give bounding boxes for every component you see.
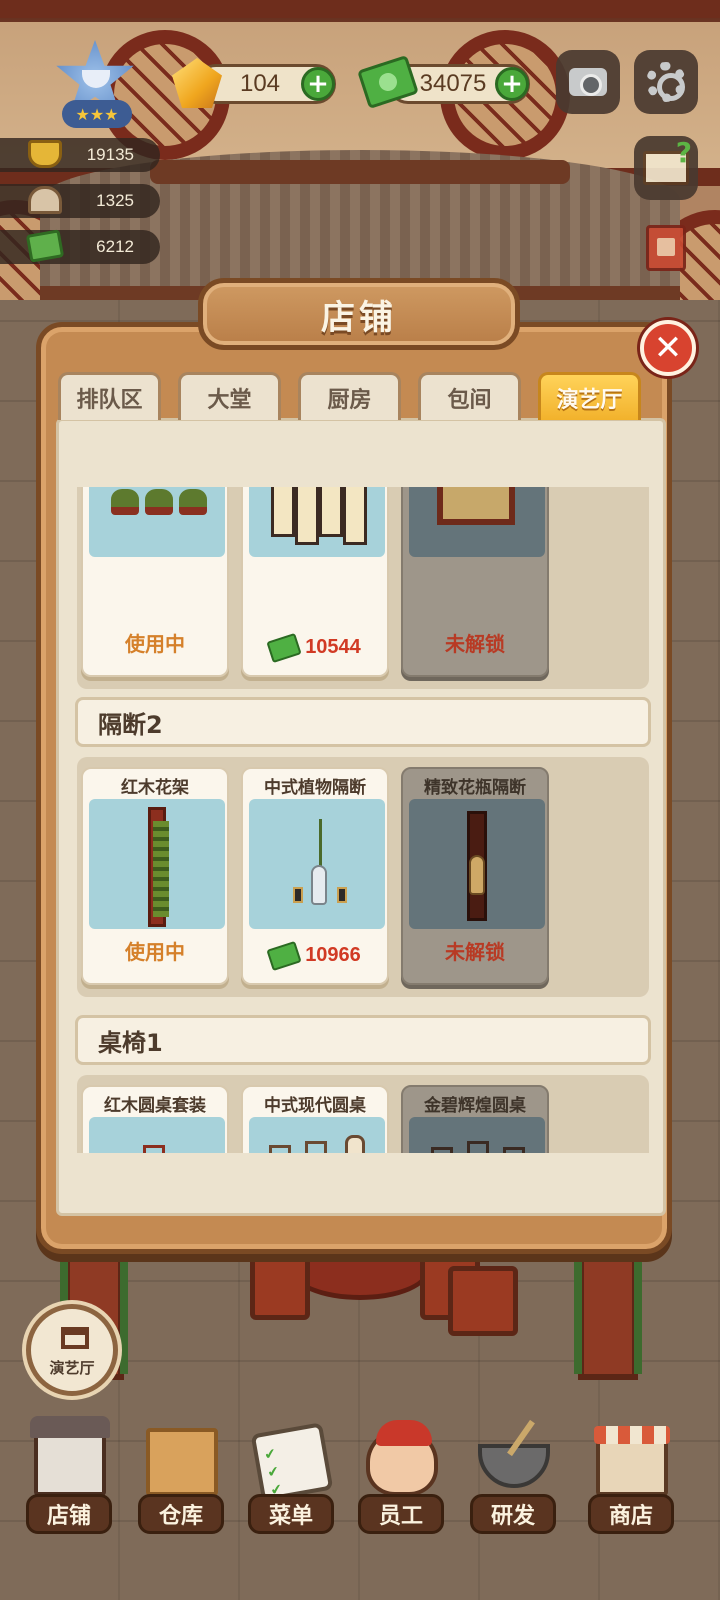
roof-ridge (150, 160, 570, 184)
nav-label: 菜单 (248, 1494, 334, 1534)
nav-label: 商店 (588, 1494, 674, 1534)
boxes-icon (146, 1428, 218, 1496)
category-tabs: 排队区 大堂 厨房 包间 演艺厅 (58, 372, 658, 420)
item-status-locked: 未解锁 (445, 632, 505, 656)
item-row: 使用中 10544 未解锁 (77, 487, 649, 689)
current-location-button[interactable]: 演艺厅 (26, 1304, 118, 1396)
settings-button[interactable] (634, 50, 698, 114)
nav-staff[interactable]: 员工 (352, 1420, 452, 1550)
help-book-icon (643, 136, 692, 185)
stat-value: 1325 (96, 191, 134, 210)
storefront-icon (30, 1416, 110, 1496)
item-list[interactable]: 使用中 10544 未解锁 隔断2 红木花架 使用中 中式植物隔断 10966 … (73, 487, 655, 1153)
nav-label: 员工 (358, 1494, 444, 1534)
tab-queue-area[interactable]: 排队区 (58, 372, 161, 420)
item-card[interactable]: 使用中 (81, 487, 229, 677)
tab-private-room[interactable]: 包间 (418, 372, 521, 420)
camera-icon (569, 68, 607, 96)
shop-content: 使用中 10544 未解锁 隔断2 红木花架 使用中 中式植物隔断 10966 … (56, 418, 666, 1216)
item-status-in-use: 使用中 (125, 632, 185, 656)
nav-label: 仓库 (138, 1494, 224, 1534)
item-card-locked[interactable]: 精致花瓶隔断 未解锁 (401, 767, 549, 985)
nav-label: 店铺 (26, 1494, 112, 1534)
section-header: 隔断2 (75, 697, 651, 747)
item-name: 金碧辉煌圆桌 (424, 1096, 526, 1116)
close-button[interactable]: ✕ (640, 320, 696, 376)
shop-icon (594, 1426, 670, 1496)
camera-button[interactable] (556, 50, 620, 114)
item-name: 红木圆桌套装 (104, 1096, 206, 1116)
item-image (409, 1117, 545, 1153)
staff-icon (366, 1420, 438, 1496)
panel-title: 店铺 (198, 278, 520, 350)
item-status-in-use: 使用中 (125, 940, 185, 964)
item-card-locked[interactable]: 未解锁 (401, 487, 549, 677)
pavilion-icon (61, 1327, 89, 1349)
gear-icon (646, 62, 686, 102)
wok-icon (478, 1444, 550, 1488)
cabinet-decor (448, 1266, 518, 1336)
item-card[interactable]: 红木圆桌套装 (81, 1085, 229, 1153)
item-card[interactable]: 中式植物隔断 10966 (241, 767, 389, 985)
help-guide-button[interactable] (634, 136, 698, 200)
item-image (89, 487, 225, 557)
item-image (249, 1117, 385, 1153)
bottom-nav: 店铺 仓库 菜单 员工 研发 商店 (0, 1416, 720, 1570)
recipe-book-icon (646, 225, 686, 271)
item-image (249, 799, 385, 929)
item-name: 精致花瓶隔断 (424, 778, 526, 798)
nav-store[interactable]: 店铺 (20, 1416, 120, 1550)
price-value: 10966 (305, 944, 361, 966)
nav-menu[interactable]: 菜单 (242, 1420, 342, 1550)
item-row: 红木圆桌套装 中式现代圆桌 金碧辉煌圆桌 (77, 1075, 649, 1153)
add-cash-button[interactable]: + (495, 67, 529, 101)
item-name: 红木花架 (121, 778, 189, 798)
item-price[interactable]: 10966 (243, 940, 387, 971)
gem-count: 104 (239, 70, 281, 97)
tab-lobby[interactable]: 大堂 (178, 372, 281, 420)
item-name: 中式植物隔断 (264, 778, 366, 798)
cash-icon (266, 632, 302, 663)
price-value: 10544 (305, 636, 361, 658)
nav-shop[interactable]: 商店 (582, 1420, 682, 1550)
item-status-locked: 未解锁 (445, 940, 505, 964)
nav-label: 研发 (470, 1494, 556, 1534)
item-card[interactable]: 10544 (241, 487, 389, 677)
item-name: 中式现代圆桌 (264, 1096, 366, 1116)
cash-count: 34075 (419, 70, 487, 97)
stat-value: 6212 (96, 237, 134, 256)
clipboard-icon (250, 1422, 334, 1502)
gold-pot-icon (28, 140, 62, 168)
section-header: 桌椅1 (75, 1015, 651, 1065)
dish-cloche-icon (28, 186, 62, 214)
cash-icon (266, 940, 302, 971)
stat-menu: 6212 (0, 230, 160, 264)
tab-kitchen[interactable]: 厨房 (298, 372, 401, 420)
recipe-book-button[interactable] (634, 216, 698, 280)
item-image (409, 487, 545, 557)
rank-stars: ★★★ (62, 100, 132, 128)
item-price[interactable]: 10544 (243, 632, 387, 663)
chair-decor (250, 1250, 310, 1320)
item-image (89, 1117, 225, 1153)
tab-performance-hall[interactable]: 演艺厅 (538, 372, 641, 420)
item-image (89, 799, 225, 929)
item-card[interactable]: 红木花架 使用中 (81, 767, 229, 985)
stat-gold-pot: 19135 (0, 138, 160, 172)
item-card-locked[interactable]: 金碧辉煌圆桌 (401, 1085, 549, 1153)
nav-research[interactable]: 研发 (464, 1420, 564, 1550)
menu-tray-icon (25, 229, 65, 263)
item-image (409, 799, 545, 929)
top-beam (0, 0, 720, 18)
rank-badge[interactable]: ★★★ (30, 40, 160, 130)
close-icon: ✕ (653, 328, 683, 368)
item-row: 红木花架 使用中 中式植物隔断 10966 精致花瓶隔断 未解锁 (77, 757, 649, 997)
item-image (249, 487, 385, 557)
stat-value: 19135 (86, 145, 134, 164)
nav-warehouse[interactable]: 仓库 (132, 1420, 232, 1550)
add-gems-button[interactable]: + (301, 67, 335, 101)
stat-dish: 1325 (0, 184, 160, 218)
item-card[interactable]: 中式现代圆桌 (241, 1085, 389, 1153)
location-label: 演艺厅 (49, 1359, 95, 1377)
